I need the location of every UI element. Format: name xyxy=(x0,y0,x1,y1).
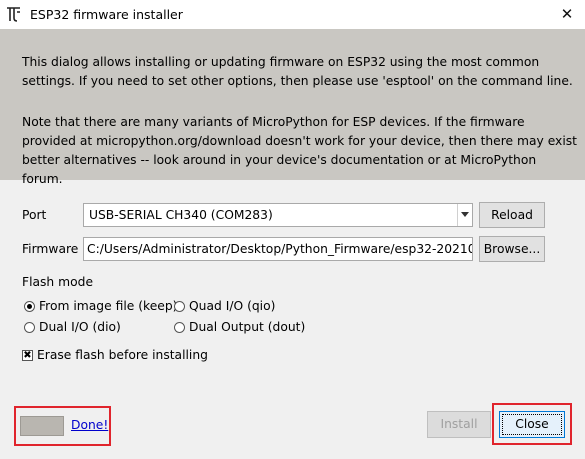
status-done-link[interactable]: Done! xyxy=(71,418,108,432)
port-dropdown[interactable]: USB-SERIAL CH340 (COM283) xyxy=(83,203,473,227)
flash-mode-label: Flash mode xyxy=(22,275,94,289)
info-panel: This dialog allows installing or updatin… xyxy=(0,29,585,186)
dropdown-arrow-button[interactable] xyxy=(457,204,472,226)
install-button[interactable]: Install xyxy=(427,411,491,438)
info-paragraph-2: Note that there are many variants of Mic… xyxy=(22,115,577,186)
radio-label: From image file (keep) xyxy=(39,299,178,313)
radio-button-icon[interactable] xyxy=(174,300,185,312)
thonny-icon xyxy=(5,6,22,23)
radio-label: Dual I/O (dio) xyxy=(39,320,121,334)
erase-flash-checkbox[interactable]: ✖ Erase flash before installing xyxy=(22,348,208,362)
radio-button-icon[interactable] xyxy=(174,321,185,333)
firmware-path-field[interactable]: C:/Users/Administrator/Desktop/Python_Fi… xyxy=(83,237,473,261)
chevron-down-icon xyxy=(461,212,469,217)
info-paragraph-1: This dialog allows installing or updatin… xyxy=(22,55,573,88)
browse-button[interactable]: Browse... xyxy=(479,236,545,262)
radio-from-image[interactable]: From image file (keep) xyxy=(24,299,177,313)
checkbox-icon[interactable]: ✖ xyxy=(22,349,33,361)
firmware-label: Firmware xyxy=(22,242,79,256)
erase-flash-label: Erase flash before installing xyxy=(37,348,208,362)
title-bar: ESP32 firmware installer ✕ xyxy=(0,0,585,29)
reload-button[interactable]: Reload xyxy=(479,202,545,228)
window-close-icon[interactable]: ✕ xyxy=(555,4,579,24)
radio-label: Quad I/O (qio) xyxy=(189,299,276,313)
close-button-label: Close xyxy=(515,417,549,431)
progress-bar xyxy=(20,416,64,436)
port-label: Port xyxy=(22,208,47,222)
radio-qio[interactable]: Quad I/O (qio) xyxy=(174,299,275,313)
window-title: ESP32 firmware installer xyxy=(30,7,183,22)
progress-fill xyxy=(21,417,63,435)
radio-button-icon[interactable] xyxy=(24,300,35,312)
radio-label: Dual Output (dout) xyxy=(189,320,306,334)
radio-button-icon[interactable] xyxy=(24,321,35,333)
radio-dio[interactable]: Dual I/O (dio) xyxy=(24,320,121,334)
radio-dout[interactable]: Dual Output (dout) xyxy=(174,320,305,334)
close-button[interactable]: Close xyxy=(499,411,565,438)
port-selected-value: USB-SERIAL CH340 (COM283) xyxy=(89,208,273,222)
